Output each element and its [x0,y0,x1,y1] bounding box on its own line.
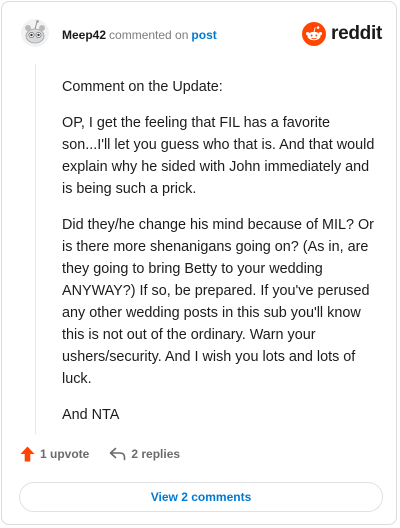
comment-paragraph: Did they/he change his mind because of M… [62,217,374,387]
thread-line[interactable] [35,64,36,434]
comment-actions: 1 upvote 2 replies [20,446,180,462]
avatar[interactable] [20,18,50,48]
snoo-avatar-icon [21,19,49,47]
comment-header: Meep42 commented on post reddit [2,2,396,68]
reddit-brand[interactable]: reddit [302,22,382,46]
comment-body: Comment on the Update: OP, I get the fee… [62,76,382,440]
brand-wordmark: reddit [331,23,382,44]
comment-paragraph: OP, I get the feeling that FIL has a fav… [62,115,375,197]
replies-count: 2 replies [131,447,181,461]
byline-action-text: commented on [109,28,189,42]
username-link[interactable]: Meep42 [62,28,106,42]
byline: Meep42 commented on post [62,28,217,42]
view-comments-button[interactable]: View 2 comments [19,482,383,512]
reply-arrow-icon [110,447,126,461]
comment-paragraph: Comment on the Update: [62,79,223,95]
replies-button[interactable]: 2 replies [109,447,180,461]
reddit-logo-icon [302,22,327,46]
upvote-count: 1 upvote [40,447,90,461]
upvote-arrow-icon [20,446,35,462]
comment-card: Meep42 commented on post reddit Comment on… [1,1,397,525]
comment-paragraph: And NTA [62,407,120,423]
post-link[interactable]: post [191,28,216,42]
upvote-button[interactable]: 1 upvote [20,446,89,462]
